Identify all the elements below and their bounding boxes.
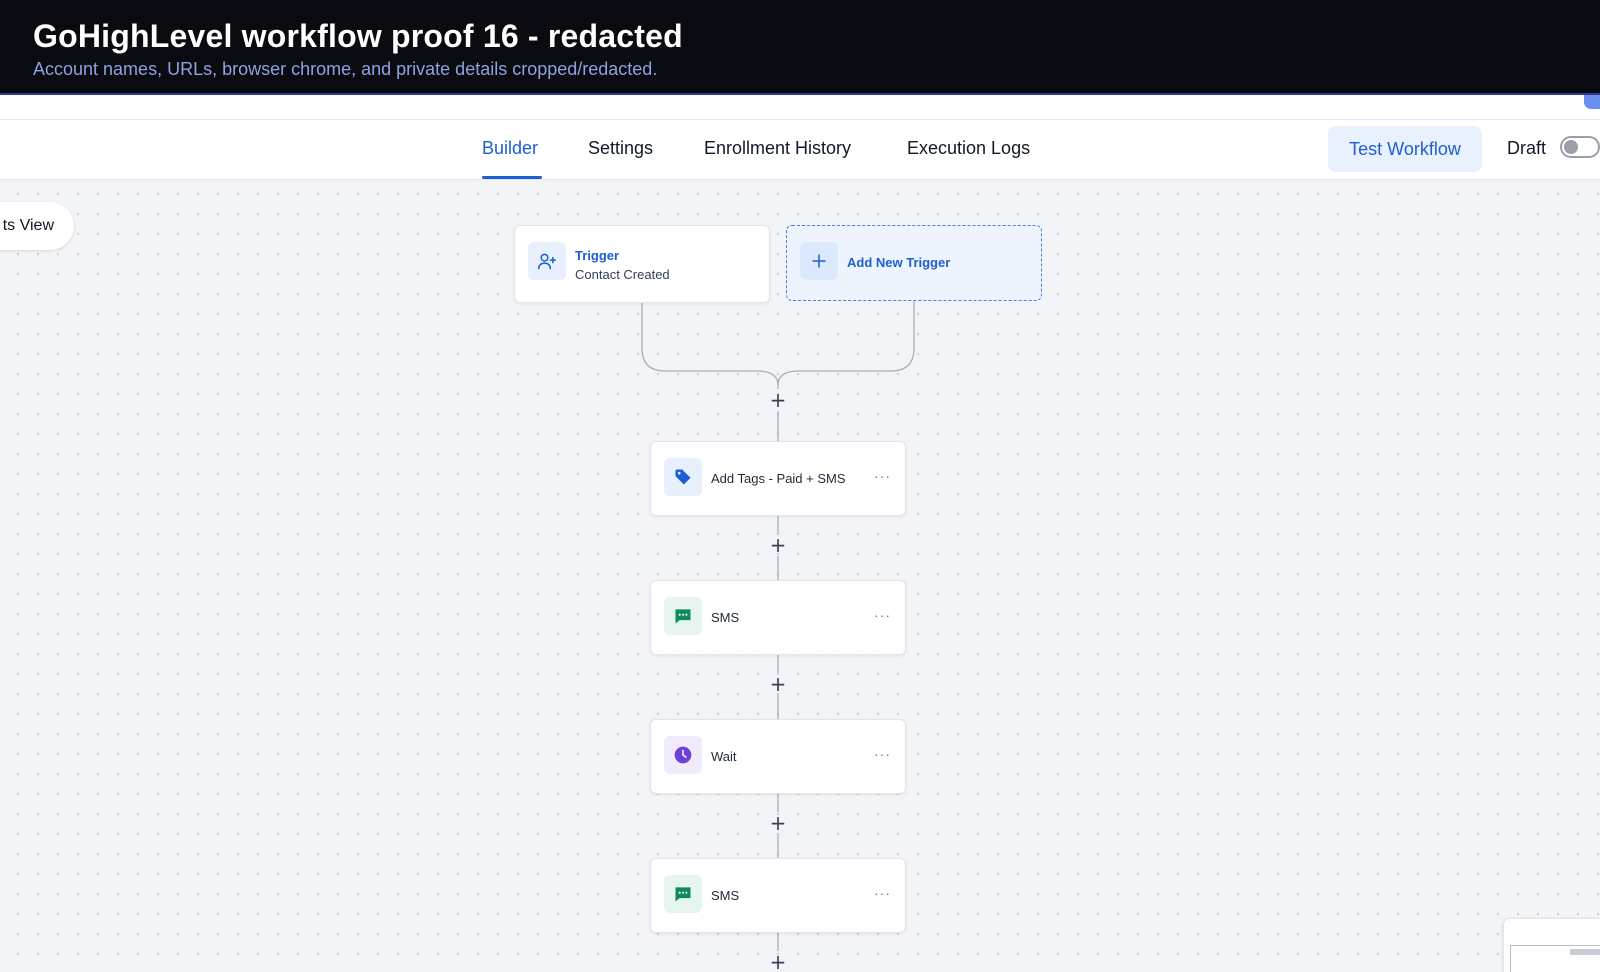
action-card-add-tags[interactable]: Add Tags - Paid + SMS ···: [650, 441, 906, 516]
toggle-knob: [1564, 140, 1578, 154]
trigger-title: Trigger: [575, 248, 620, 263]
minimap-node: [1570, 949, 1600, 955]
more-options-icon[interactable]: ···: [874, 746, 891, 762]
action-card-wait[interactable]: Wait ···: [650, 719, 906, 794]
add-step-button[interactable]: +: [768, 674, 788, 694]
message-icon: [664, 597, 702, 635]
draft-label: Draft: [1507, 138, 1547, 158]
tab-execution-logs[interactable]: Execution Logs: [907, 138, 1030, 159]
add-new-trigger-card[interactable]: Add New Trigger: [786, 225, 1042, 301]
action-label: SMS: [711, 888, 740, 903]
add-step-button[interactable]: +: [768, 813, 788, 833]
add-step-button[interactable]: +: [768, 535, 788, 555]
add-new-trigger-label: Add New Trigger: [847, 255, 951, 270]
top-strip: [0, 95, 1600, 120]
publish-toggle[interactable]: [1560, 136, 1600, 158]
tab-settings[interactable]: Settings: [588, 138, 653, 159]
tab-enrollment-history[interactable]: Enrollment History: [704, 138, 851, 159]
active-tab-indicator: [482, 176, 542, 179]
message-icon: [664, 875, 702, 913]
minimap[interactable]: [1503, 918, 1600, 972]
add-trigger-connector: [777, 301, 915, 386]
trigger-event: Contact Created: [575, 267, 670, 282]
more-options-icon[interactable]: ···: [874, 885, 891, 901]
clock-icon: [664, 736, 702, 774]
action-label: Wait: [711, 749, 737, 764]
action-card-sms[interactable]: SMS ···: [650, 858, 906, 933]
user-plus-icon: [528, 242, 566, 280]
tab-builder[interactable]: Builder: [482, 138, 538, 159]
trigger-connector: [641, 303, 779, 386]
test-workflow-button[interactable]: Test Workflow: [1328, 126, 1482, 172]
action-card-sms[interactable]: SMS ···: [650, 580, 906, 655]
action-label: SMS: [711, 610, 740, 625]
tag-icon: [664, 458, 702, 496]
plus-icon: [800, 242, 838, 280]
action-label: Add Tags - Paid + SMS: [711, 471, 846, 486]
banner-subtitle: Account names, URLs, browser chrome, and…: [33, 59, 658, 79]
workflow-canvas[interactable]: ts View Trigger Contact Created Add New …: [0, 180, 1600, 972]
redaction-banner: GoHighLevel workflow proof 16 - redacted…: [0, 0, 1600, 95]
add-step-button[interactable]: +: [768, 952, 788, 972]
workflow-navbar: Builder Settings Enrollment History Exec…: [0, 120, 1600, 180]
banner-title: GoHighLevel workflow proof 16 - redacted: [33, 18, 683, 54]
trigger-card[interactable]: Trigger Contact Created: [514, 225, 770, 303]
more-options-icon[interactable]: ···: [874, 607, 891, 623]
add-step-button[interactable]: +: [768, 390, 788, 410]
more-options-icon[interactable]: ···: [874, 468, 891, 484]
top-right-chip: [1584, 95, 1600, 109]
